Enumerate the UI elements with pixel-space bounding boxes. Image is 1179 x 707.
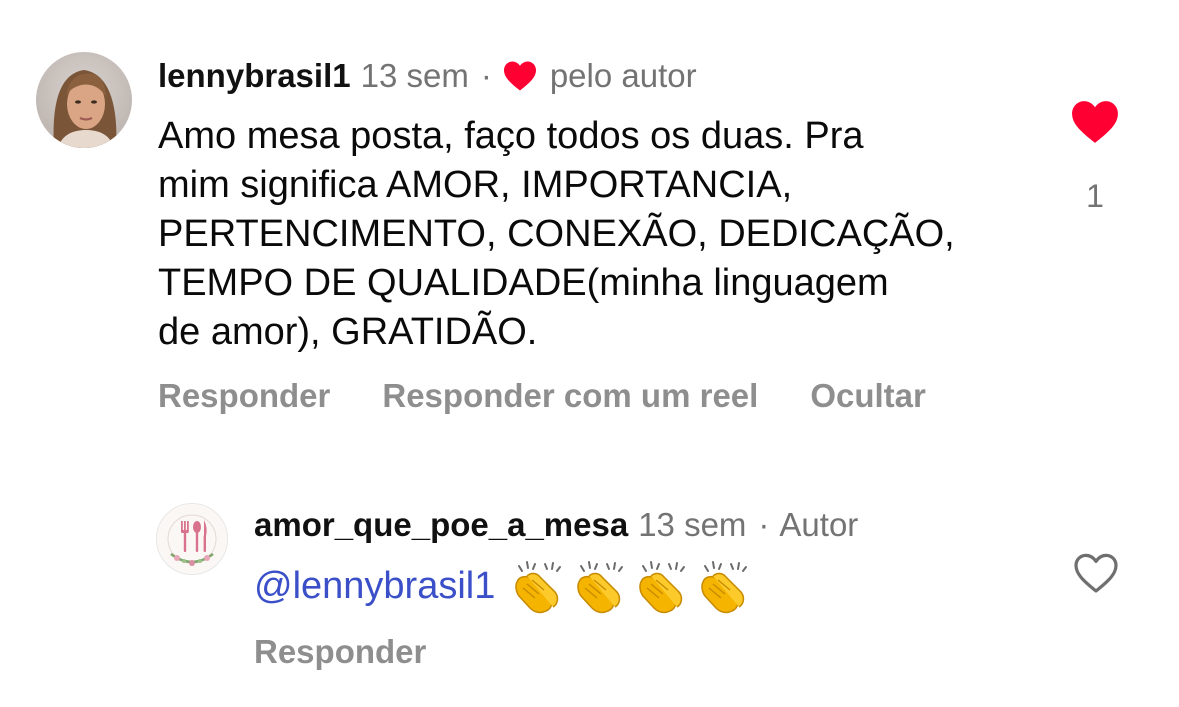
comment-text: Amo mesa posta, faço todos os duas. Pra … bbox=[158, 115, 955, 353]
reply-button[interactable]: Responder bbox=[158, 376, 330, 416]
avatar-lennybrasil1[interactable] bbox=[36, 52, 132, 148]
reply-button[interactable]: Responder bbox=[254, 632, 426, 672]
avatar-photo bbox=[36, 52, 132, 148]
liked-by-author-label: pelo autor bbox=[549, 57, 697, 94]
reply-header: amor_que_poe_a_mesa 13 sem · Autor bbox=[254, 505, 858, 545]
author-badge: Autor bbox=[779, 506, 859, 543]
heart-outline-icon bbox=[1074, 553, 1118, 593]
comment-time: 13 sem bbox=[360, 57, 469, 94]
like-button[interactable] bbox=[1070, 99, 1120, 145]
comment-header: lennybrasil1 13 sem · pelo autor bbox=[158, 56, 697, 96]
heart-filled-icon bbox=[1072, 101, 1118, 143]
reply-actions: Responder bbox=[254, 632, 426, 672]
like-button[interactable] bbox=[1072, 551, 1120, 595]
separator-dot: · bbox=[758, 506, 770, 543]
reply-username[interactable]: amor_que_poe_a_mesa bbox=[254, 505, 628, 545]
hide-button[interactable]: Ocultar bbox=[810, 376, 926, 416]
separator-dot: · bbox=[480, 57, 492, 94]
comment-actions: Responder Responder com um reel Ocultar bbox=[158, 376, 978, 416]
heart-filled-icon bbox=[502, 60, 538, 92]
like-count[interactable]: 1 bbox=[1080, 176, 1110, 216]
mention-link[interactable]: @lennybrasil1 bbox=[254, 561, 495, 611]
reply-with-reel-button[interactable]: Responder com um reel bbox=[382, 376, 758, 416]
clap-emoji-icon bbox=[571, 558, 627, 614]
reply-time: 13 sem bbox=[638, 506, 747, 543]
emoji-row bbox=[509, 558, 757, 614]
comment-username[interactable]: lennybrasil1 bbox=[158, 56, 351, 96]
logo-cutlery-icon bbox=[157, 504, 227, 574]
avatar-amor-que-poe-a-mesa[interactable] bbox=[156, 503, 228, 575]
reply-text: @lennybrasil1 bbox=[254, 558, 757, 614]
clap-emoji-icon bbox=[509, 558, 565, 614]
clap-emoji-icon bbox=[695, 558, 751, 614]
clap-emoji-icon bbox=[633, 558, 689, 614]
